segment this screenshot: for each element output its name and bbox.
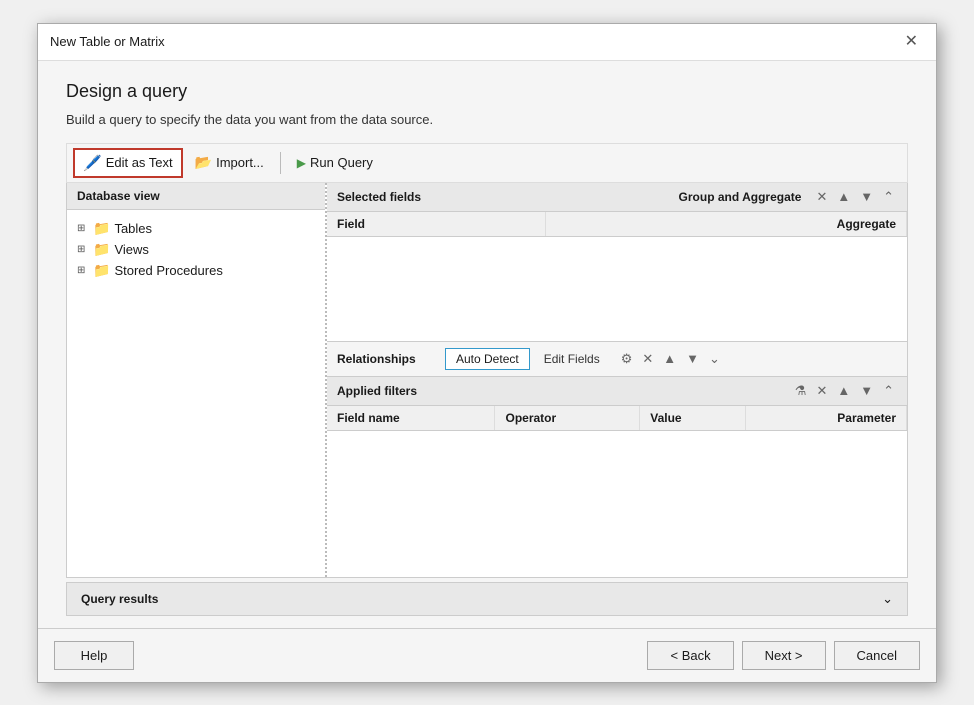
rel-up-button[interactable]: ▲ [660, 350, 679, 367]
back-button[interactable]: < Back [647, 641, 733, 670]
footer-right: < Back Next > Cancel [647, 641, 920, 670]
folder-icon-tables: 📁 [93, 220, 110, 237]
dialog-body: Design a query Build a query to specify … [38, 61, 936, 628]
run-query-icon: ▶ [297, 156, 306, 170]
dialog: New Table or Matrix ✕ Design a query Bui… [37, 23, 937, 683]
applied-filters-header: Applied filters ⚗ ✕ ▲ ▼ ⌃ [327, 377, 907, 406]
relationships-label: Relationships [337, 352, 437, 366]
next-button[interactable]: Next > [742, 641, 826, 670]
group-aggregate-label: Group and Aggregate [679, 190, 802, 204]
edit-as-text-button[interactable]: 🖊️ Edit as Text [73, 148, 183, 178]
footer: Help < Back Next > Cancel [38, 628, 936, 682]
move-down-button[interactable]: ▼ [857, 188, 876, 205]
tree-view: ⊞ 📁 Tables ⊞ 📁 Views ⊞ 📁 Stored Procedur… [67, 210, 325, 577]
main-area: Database view ⊞ 📁 Tables ⊞ 📁 Views ⊞ � [66, 183, 908, 578]
run-query-button[interactable]: ▶ Run Query [287, 149, 383, 176]
filter-button[interactable]: ⚗ [792, 382, 810, 400]
tree-label-views: Views [114, 242, 148, 257]
delete-field-button[interactable]: ✕ [813, 188, 830, 206]
rel-expand-button[interactable]: ⌄ [706, 350, 723, 368]
help-button[interactable]: Help [54, 641, 134, 670]
title-bar: New Table or Matrix ✕ [38, 24, 936, 61]
database-view-panel: Database view ⊞ 📁 Tables ⊞ 📁 Views ⊞ � [67, 183, 327, 577]
expand-icon-stored-procs: ⊞ [77, 265, 89, 276]
filter-delete-button[interactable]: ✕ [813, 382, 830, 400]
selected-fields-label: Selected fields [337, 190, 421, 204]
filters-table: Field name Operator Value Parameter [327, 406, 907, 431]
fields-table: Field Aggregate [327, 212, 907, 237]
edit-text-icon: 🖊️ [83, 154, 102, 172]
folder-icon-stored-procs: 📁 [93, 262, 110, 279]
filters-body: Field name Operator Value Parameter [327, 406, 907, 496]
rel-delete-button[interactable]: ✕ [639, 350, 656, 368]
operator-col-header: Operator [495, 406, 640, 431]
filter-down-button[interactable]: ▼ [857, 382, 876, 399]
applied-filters-label: Applied filters [337, 384, 417, 398]
dialog-title: New Table or Matrix [50, 34, 165, 49]
db-panel-header: Database view [67, 183, 325, 210]
rel-settings-button[interactable]: ⚙ [618, 350, 636, 368]
query-results-bar[interactable]: Query results ⌄ [66, 582, 908, 616]
relationships-controls: ⚙ ✕ ▲ ▼ ⌄ [618, 350, 723, 368]
value-col-header: Value [640, 406, 746, 431]
toolbar: 🖊️ Edit as Text 📂 Import... ▶ Run Query [66, 143, 908, 183]
auto-detect-button[interactable]: Auto Detect [445, 348, 530, 370]
import-icon: 📂 [195, 154, 212, 171]
filter-collapse-button[interactable]: ⌃ [880, 382, 897, 400]
expand-icon-views: ⊞ [77, 244, 89, 255]
rel-down-button[interactable]: ▼ [683, 350, 702, 367]
tree-label-tables: Tables [114, 221, 152, 236]
tree-label-stored-procedures: Stored Procedures [114, 263, 222, 278]
section-description: Build a query to specify the data you wa… [66, 112, 908, 127]
selected-fields-header: Selected fields Group and Aggregate ✕ ▲ … [327, 183, 907, 212]
field-name-col-header: Field name [327, 406, 495, 431]
edit-fields-button[interactable]: Edit Fields [538, 349, 606, 369]
query-results-expand-icon: ⌄ [882, 591, 893, 607]
field-col-header: Field [327, 212, 545, 237]
section-title: Design a query [66, 81, 908, 102]
query-results-label: Query results [81, 592, 158, 606]
right-panel: Selected fields Group and Aggregate ✕ ▲ … [327, 183, 907, 577]
cancel-button[interactable]: Cancel [834, 641, 920, 670]
filter-up-button[interactable]: ▲ [834, 382, 853, 399]
parameter-col-header: Parameter [745, 406, 906, 431]
selected-fields-controls: Group and Aggregate ✕ ▲ ▼ ⌃ [679, 188, 897, 206]
collapse-fields-button[interactable]: ⌃ [880, 188, 897, 206]
move-up-button[interactable]: ▲ [834, 188, 853, 205]
tree-item-tables[interactable]: ⊞ 📁 Tables [73, 218, 319, 239]
relationships-row: Relationships Auto Detect Edit Fields ⚙ … [327, 342, 907, 377]
applied-filters-controls: ⚗ ✕ ▲ ▼ ⌃ [792, 382, 897, 400]
expand-icon-tables: ⊞ [77, 223, 89, 234]
toolbar-separator [280, 152, 281, 174]
tree-item-stored-procedures[interactable]: ⊞ 📁 Stored Procedures [73, 260, 319, 281]
aggregate-col-header: Aggregate [545, 212, 906, 237]
close-button[interactable]: ✕ [899, 32, 924, 52]
tree-item-views[interactable]: ⊞ 📁 Views [73, 239, 319, 260]
selected-fields-body: Field Aggregate [327, 212, 907, 342]
import-button[interactable]: 📂 Import... [185, 148, 274, 177]
folder-icon-views: 📁 [93, 241, 110, 258]
